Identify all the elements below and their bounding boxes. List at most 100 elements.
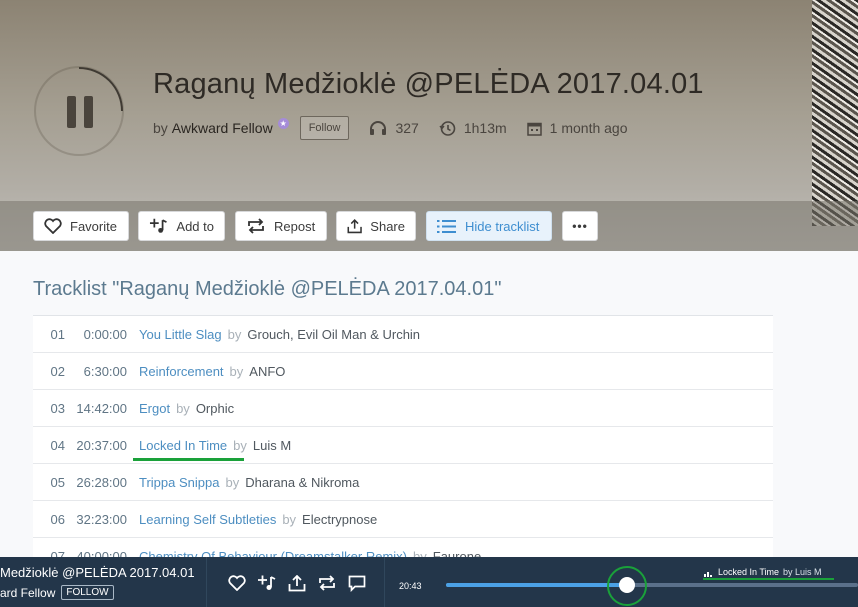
track-name-link[interactable]: Locked In Time	[139, 438, 227, 453]
add-to-playlist-icon	[258, 575, 276, 590]
artist-link[interactable]: Awkward Fellow	[172, 120, 273, 136]
track-row: 05 26:28:00 Trippa Snippa by Dharana & N…	[33, 464, 773, 501]
tracklist-section: Tracklist "Raganų Medžioklė @PELĖDA 2017…	[0, 251, 858, 575]
track-artist: Dharana & Nikroma	[245, 474, 360, 490]
share-button[interactable]: Share	[336, 211, 416, 241]
player-show-title[interactable]: Medžioklė @PELĖDA 2017.04.01	[0, 565, 195, 580]
add-to-label: Add to	[176, 218, 214, 234]
track-name-link[interactable]: Learning Self Subtleties	[139, 512, 276, 527]
track-time: 32:23:00	[76, 511, 127, 527]
pause-button[interactable]	[34, 66, 124, 156]
show-meta: by Awkward Fellow ★ Follow 327 1h13m 1 m…	[153, 114, 628, 142]
track-artist: ANFO	[249, 363, 286, 379]
tracklist-icon	[437, 219, 456, 233]
player-progress-fill	[446, 583, 627, 587]
track-name-link[interactable]: You Little Slag	[139, 327, 222, 342]
player-artist-link[interactable]: ard Fellow	[0, 586, 55, 600]
add-to-button[interactable]: Add to	[138, 211, 225, 241]
heart-icon	[44, 218, 62, 234]
player-divider	[384, 557, 385, 607]
track-name-link[interactable]: Ergot	[139, 401, 170, 416]
show-title: Raganų Medžioklė @PELĖDA 2017.04.01	[153, 68, 704, 100]
current-track-underline	[133, 458, 244, 461]
heart-icon	[228, 575, 246, 591]
track-number: 03	[50, 400, 65, 416]
player-add-to-button[interactable]	[252, 573, 282, 593]
track-artist: Luis M	[252, 437, 292, 453]
now-playing-track[interactable]: Locked In Time by Luis M	[704, 567, 822, 577]
player-actions	[222, 573, 372, 593]
hide-tracklist-label: Hide tracklist	[465, 218, 540, 234]
player-repost-button[interactable]	[312, 573, 342, 593]
hide-tracklist-button[interactable]: Hide tracklist	[426, 211, 552, 241]
plays-count: 327	[395, 120, 419, 136]
share-label: Share	[370, 218, 405, 234]
share-icon	[347, 218, 362, 233]
by-label: by	[153, 120, 168, 136]
player-elapsed-time: 20:43	[399, 581, 422, 591]
now-playing-artist: by Luis M	[783, 567, 822, 577]
track-row: 01 0:00:00 You Little Slag by Grouch, Ev…	[33, 316, 773, 353]
add-to-playlist-icon	[149, 218, 167, 233]
player-comment-button[interactable]	[342, 573, 372, 593]
player-bar: Medžioklė @PELĖDA 2017.04.01 ard Fellow …	[0, 557, 858, 607]
track-name-link[interactable]: Trippa Snippa	[139, 475, 219, 490]
by-label: by	[227, 326, 242, 342]
cover-art-image[interactable]	[812, 0, 858, 226]
follow-button[interactable]: Follow	[299, 116, 350, 140]
repost-icon	[319, 575, 335, 591]
uploaded-stat: 1 month ago	[526, 120, 628, 136]
track-artist: Orphic	[195, 400, 235, 416]
by-label: by	[233, 437, 247, 453]
player-artist-row: ard Fellow FOLLOW	[0, 585, 114, 600]
track-time: 0:00:00	[83, 326, 127, 342]
favorite-label: Favorite	[70, 218, 117, 234]
by-label: by	[225, 474, 240, 490]
track-number: 01	[50, 326, 65, 342]
share-icon	[288, 574, 306, 591]
track-row: 06 32:23:00 Learning Self Subtleties by …	[33, 501, 773, 538]
tracklist: 01 0:00:00 You Little Slag by Grouch, Ev…	[33, 315, 773, 575]
player-follow-button[interactable]: FOLLOW	[61, 585, 114, 600]
player-divider	[206, 557, 207, 607]
track-name-link[interactable]: Reinforcement	[139, 364, 224, 379]
repost-icon	[248, 218, 264, 234]
favorite-button[interactable]: Favorite	[33, 211, 129, 241]
uploaded-value: 1 month ago	[549, 120, 628, 136]
player-share-button[interactable]	[282, 573, 312, 593]
plays-stat: 327	[369, 120, 419, 136]
duration-value: 1h13m	[463, 120, 507, 136]
headphones-icon	[370, 121, 387, 135]
track-number: 04	[50, 437, 65, 453]
track-number: 02	[50, 363, 65, 379]
action-bar: Favorite Add to Repost Share Hide trackl…	[0, 201, 858, 251]
progress-handle-highlight	[607, 566, 647, 606]
track-number: 05	[50, 474, 65, 490]
now-playing-underline	[703, 578, 834, 580]
equalizer-icon	[704, 570, 713, 577]
cloudcast-header: Raganų Medžioklė @PELĖDA 2017.04.01 by A…	[0, 0, 858, 251]
by-label: by	[176, 400, 190, 416]
duration-stat: 1h13m	[439, 120, 507, 137]
repost-button[interactable]: Repost	[235, 211, 327, 241]
track-row-current: 04 20:37:00 Locked In Time by Luis M	[33, 427, 773, 464]
by-label: by	[229, 363, 244, 379]
tracklist-heading: Tracklist "Raganų Medžioklė @PELĖDA 2017…	[33, 278, 502, 300]
track-artist: Grouch, Evil Oil Man & Urchin	[247, 326, 421, 342]
more-options-button[interactable]: •••	[562, 211, 598, 241]
track-number: 06	[50, 511, 65, 527]
player-favorite-button[interactable]	[222, 573, 252, 593]
player-progress-bar[interactable]	[446, 577, 858, 593]
repost-label: Repost	[274, 218, 316, 234]
comment-icon	[348, 575, 366, 592]
track-time: 26:28:00	[76, 474, 127, 490]
track-time: 14:42:00	[76, 400, 127, 416]
calendar-icon	[526, 122, 542, 136]
track-row: 03 14:42:00 Ergot by Orphic	[33, 390, 773, 427]
now-playing-track-name: Locked In Time	[718, 567, 780, 577]
track-time: 20:37:00	[76, 437, 127, 453]
track-time: 6:30:00	[83, 363, 127, 379]
by-label: by	[282, 511, 297, 527]
track-row: 02 6:30:00 Reinforcement by ANFO	[33, 353, 773, 390]
pause-icon	[67, 96, 93, 128]
